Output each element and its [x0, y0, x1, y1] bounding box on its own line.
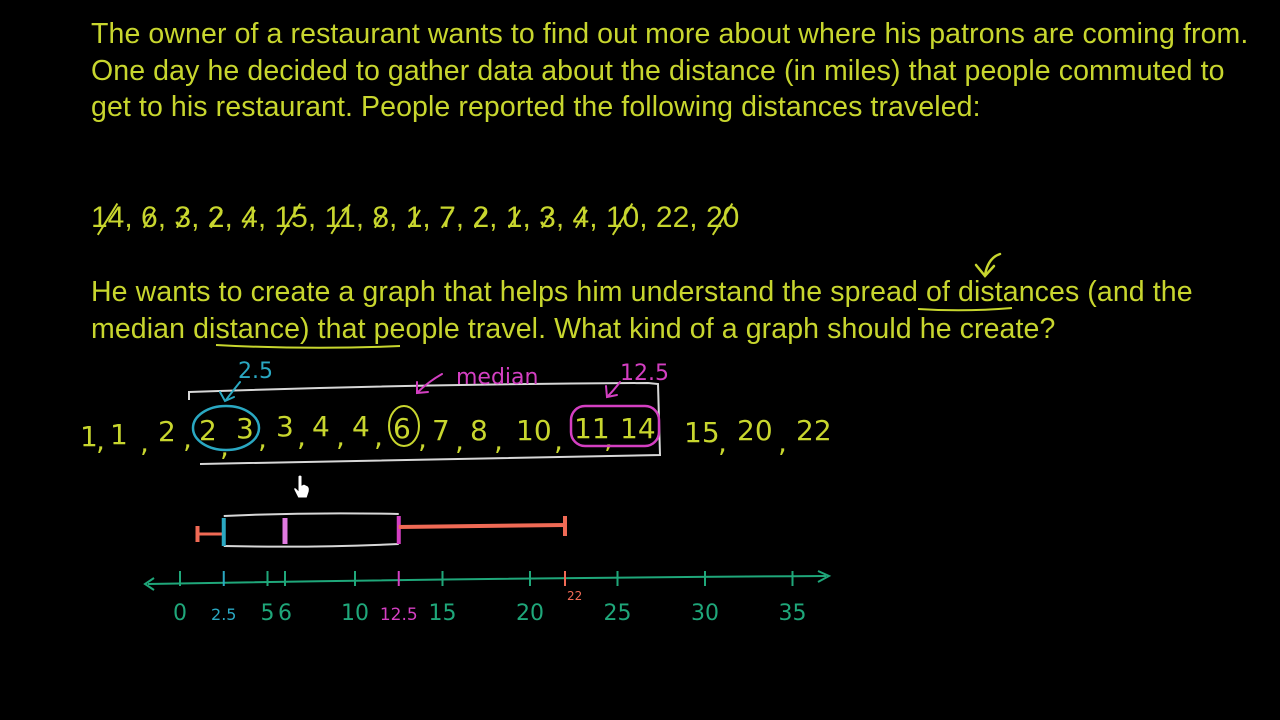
comma-separators: , [96, 424, 105, 457]
comma-separators: , [718, 426, 727, 459]
axis-tick-label: 2.5 [211, 605, 236, 624]
sorted-data: 1 1 2 2 3 3 4 4 6 7 8 10 11 14 15 20 22 … [80, 410, 832, 463]
sorted-value: 3 [236, 412, 254, 445]
q1-label: 2.5 [238, 359, 273, 384]
sorted-value: 4 [352, 410, 370, 443]
axis-tick-label: 12.5 [380, 605, 418, 625]
comma-separators: , [374, 420, 383, 453]
sorted-value: 4 [312, 410, 330, 443]
median-label: median [456, 365, 538, 390]
axis-tick-label: 22 [567, 589, 582, 603]
sorted-value: 8 [470, 414, 488, 447]
sorted-value: 15 [684, 416, 720, 449]
comma-separators: , [297, 420, 306, 453]
sorted-value: 1 [110, 418, 128, 451]
axis-tick-label: 0 [173, 601, 187, 626]
hand-cursor-icon [293, 474, 310, 499]
median-underline [215, 344, 401, 349]
axis-tick-label: 10 [341, 601, 369, 626]
box-plot [195, 512, 567, 548]
sorted-value: 7 [432, 414, 450, 447]
number-line: 0 2.5 5 6 10 12.5 15 20 22 25 30 35 [143, 570, 832, 626]
median-arrow-icon [417, 373, 443, 393]
label-arrows [219, 373, 621, 403]
comma-separators: , [778, 426, 787, 459]
axis-line [147, 575, 827, 585]
axis-tick-label: 30 [691, 601, 719, 626]
comma-separators: , [140, 426, 149, 459]
axis-tick-label: 6 [278, 601, 292, 626]
axis-tick-label: 35 [779, 601, 807, 626]
sorted-value: 10 [516, 414, 552, 447]
sorted-value: 22 [796, 414, 832, 447]
sorted-value: 6 [393, 412, 411, 445]
axis-tick-label: 20 [516, 601, 544, 626]
upper-whisker [398, 523, 566, 529]
sorted-value: 3 [276, 410, 294, 443]
comma-separators: , [183, 422, 192, 455]
comma-separators: , [494, 424, 503, 457]
q3-label: 12.5 [620, 361, 669, 386]
comma-separators: , [554, 424, 563, 457]
handwritten-annotations: 1 1 2 2 3 3 4 4 6 7 8 10 11 14 15 20 22 … [80, 252, 1013, 626]
sorted-value: 14 [620, 412, 656, 445]
axis-tick-label: 15 [429, 601, 457, 626]
spread-arrow-icon [974, 252, 1002, 278]
box [223, 512, 399, 548]
comma-separators: , [604, 422, 613, 455]
axis-tick-label: 25 [604, 601, 632, 626]
sorted-value: 20 [737, 414, 773, 447]
comma-separators: , [455, 424, 464, 457]
sorted-value: 2 [158, 415, 176, 448]
spread-underline [917, 307, 1013, 312]
comma-separators: , [336, 420, 345, 453]
comma-separators: , [220, 430, 229, 463]
axis-tick-label: 5 [261, 601, 275, 626]
